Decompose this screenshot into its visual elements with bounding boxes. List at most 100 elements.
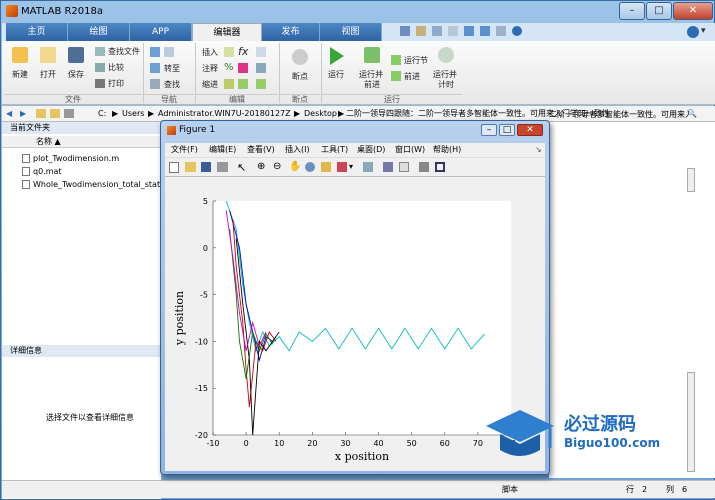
up-folder-icon[interactable] xyxy=(36,109,46,118)
paste-icon[interactable] xyxy=(448,26,458,36)
open-folder-icon[interactable] xyxy=(40,47,56,63)
menu-desktop[interactable]: 桌面(D) xyxy=(357,143,385,157)
new-figure-icon[interactable] xyxy=(169,162,179,173)
tab-publish[interactable]: 发布 xyxy=(262,23,320,41)
list-item[interactable]: q0.mat xyxy=(22,166,62,178)
run-icon[interactable] xyxy=(330,47,344,65)
increase-indent-icon[interactable] xyxy=(238,79,248,89)
folder-icon[interactable] xyxy=(50,109,60,118)
maximize-button[interactable]: □ xyxy=(646,2,672,20)
find-button[interactable]: 查找 xyxy=(164,79,180,90)
print-figure-icon[interactable] xyxy=(217,162,228,172)
compare-button[interactable]: 比较 xyxy=(108,62,124,73)
menu-edit[interactable]: 编辑(E) xyxy=(209,143,236,157)
link-plot-icon[interactable] xyxy=(363,162,373,172)
tab-apps[interactable]: APP xyxy=(130,23,192,41)
zoom-out-icon[interactable]: ⊖ xyxy=(273,161,281,172)
comment-percent-icon[interactable]: % xyxy=(224,62,234,73)
decrease-indent-icon[interactable] xyxy=(256,79,266,89)
menu-dock-icon[interactable]: ↘ xyxy=(535,143,542,157)
menu-window[interactable]: 窗口(W) xyxy=(395,143,425,157)
insert-legend-icon[interactable] xyxy=(399,162,409,172)
close-button[interactable]: ✕ xyxy=(673,2,713,20)
help-docs-icon[interactable] xyxy=(687,26,699,38)
list-item[interactable]: plot_Twodimension.m xyxy=(22,153,119,165)
indent-button[interactable]: 缩进 xyxy=(202,79,218,90)
menu-file[interactable]: 文件(F) xyxy=(171,143,198,157)
app-title: MATLAB R2018a xyxy=(21,6,104,17)
smart-indent-icon[interactable] xyxy=(224,79,234,89)
advance-button[interactable]: 前进 xyxy=(404,71,420,82)
edit-plot-icon[interactable]: ↖ xyxy=(237,161,246,174)
run-and-advance-icon[interactable] xyxy=(364,47,380,63)
save-icon[interactable] xyxy=(400,26,410,36)
save-button[interactable]: 保存 xyxy=(68,69,84,80)
menu-insert[interactable]: 插入(I) xyxy=(285,143,310,157)
cut-icon[interactable] xyxy=(416,26,426,36)
run-and-time-icon[interactable] xyxy=(438,47,454,63)
zoom-in-icon[interactable]: ⊕ xyxy=(257,161,265,172)
menu-view[interactable]: 查看(V) xyxy=(247,143,275,157)
forward-nav-icon[interactable]: ▶ xyxy=(20,106,26,122)
comment-button[interactable]: 注释 xyxy=(202,63,218,74)
goto-button[interactable]: 转至 xyxy=(164,63,180,74)
ribbon-collapse-icon[interactable]: ▾ xyxy=(701,26,713,38)
brush-dropdown-icon[interactable]: ▾ xyxy=(349,162,353,171)
hide-plot-tools-icon[interactable] xyxy=(419,162,429,172)
tab-editor[interactable]: 编辑器 xyxy=(192,23,262,41)
pan-icon[interactable]: ✋ xyxy=(289,161,301,172)
undo-icon[interactable] xyxy=(464,26,474,36)
new-button[interactable]: 新建 xyxy=(12,69,28,80)
open-file-icon[interactable] xyxy=(185,162,196,172)
new-icon[interactable] xyxy=(12,47,28,63)
show-plot-tools-icon[interactable] xyxy=(435,162,445,172)
copy-icon[interactable] xyxy=(432,26,442,36)
brush-icon[interactable] xyxy=(337,162,347,172)
tab-home[interactable]: 主页 xyxy=(6,23,68,41)
run-and-time-label-2[interactable]: 计时 xyxy=(438,79,454,90)
figure-maximize-button[interactable]: □ xyxy=(499,124,515,136)
run-section-button[interactable]: 运行节 xyxy=(404,55,428,66)
uncomment-icon[interactable] xyxy=(238,63,248,73)
scrollbar[interactable] xyxy=(687,372,695,472)
run-section-icon xyxy=(391,55,401,65)
find-files-button[interactable]: 查找文件 xyxy=(108,46,140,57)
list-item[interactable]: Whole_Twodimension_total_state xyxy=(22,179,162,191)
run-button[interactable]: 运行 xyxy=(328,69,344,80)
figure-minimize-button[interactable]: – xyxy=(481,124,497,136)
insert-colorbar-icon[interactable] xyxy=(383,162,393,172)
breakpoints-icon[interactable] xyxy=(292,49,308,65)
function-browser-icon[interactable] xyxy=(256,47,266,57)
minimize-button[interactable]: – xyxy=(619,2,645,20)
path-users[interactable]: Users xyxy=(122,106,144,122)
rotate-3d-icon[interactable] xyxy=(305,162,315,172)
back-arrow-icon[interactable] xyxy=(150,47,160,57)
insert-button[interactable]: 插入 xyxy=(202,47,218,58)
insert-section-icon[interactable] xyxy=(224,47,234,57)
data-cursor-icon[interactable] xyxy=(321,162,331,172)
figure-close-button[interactable]: ✕ xyxy=(517,124,543,136)
help-icon[interactable] xyxy=(512,26,522,36)
wrap-comments-icon[interactable] xyxy=(256,63,266,73)
switch-windows-icon[interactable] xyxy=(496,26,506,36)
name-column-header[interactable]: 名称 ▲ xyxy=(2,136,162,148)
tab-plots[interactable]: 绘图 xyxy=(68,23,130,41)
scrollbar-thumb[interactable] xyxy=(687,168,695,192)
menu-tools[interactable]: 工具(T) xyxy=(321,143,348,157)
run-and-advance-label-2[interactable]: 前进 xyxy=(364,79,380,90)
tab-view[interactable]: 视图 xyxy=(320,23,382,41)
print-button[interactable]: 打印 xyxy=(108,78,124,89)
function-fx-icon[interactable]: fx xyxy=(238,45,248,58)
breakpoints-button[interactable]: 断点 xyxy=(292,71,308,82)
forward-arrow-icon[interactable] xyxy=(164,47,174,57)
redo-icon[interactable] xyxy=(480,26,490,36)
back-nav-icon[interactable]: ◀ xyxy=(6,106,12,122)
editor-tab-title[interactable]: 二阶一领导者多智能体一致性。可用来入门学习一致性 xyxy=(549,107,689,123)
save-figure-icon[interactable] xyxy=(201,162,211,172)
save-file-icon[interactable] xyxy=(68,47,84,63)
watermark-url: Biguo100.com xyxy=(564,436,661,450)
browse-folder-icon[interactable] xyxy=(64,109,74,118)
path-drive[interactable]: C: xyxy=(98,106,106,122)
open-button[interactable]: 打开 xyxy=(40,69,56,80)
menu-help[interactable]: 帮助(H) xyxy=(433,143,461,157)
